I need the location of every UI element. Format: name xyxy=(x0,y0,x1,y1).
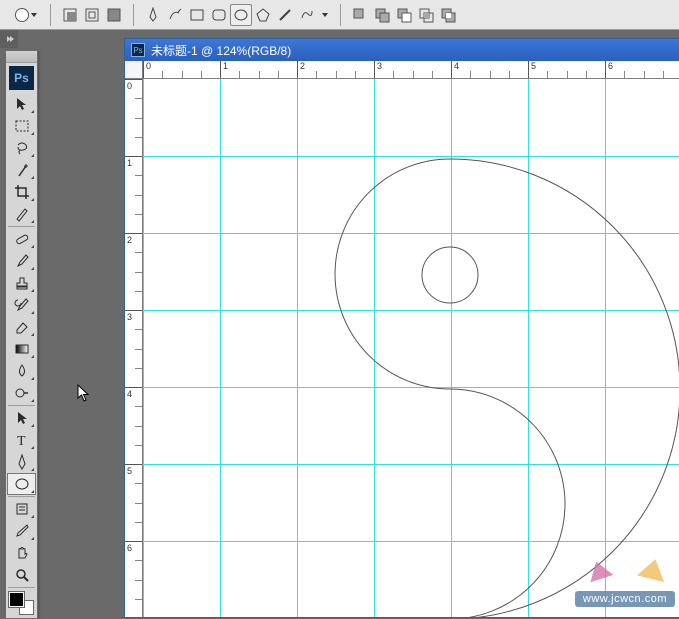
path-op-exclude-button[interactable] xyxy=(437,4,459,26)
canvas[interactable]: www.jcwcn.com xyxy=(143,79,679,617)
rectangle-icon xyxy=(189,7,205,23)
path-layer-icon xyxy=(84,7,100,23)
foreground-color-chip[interactable] xyxy=(9,592,24,607)
stamp-icon xyxy=(14,275,30,291)
intersect-path-icon xyxy=(418,7,434,23)
rectangle-shape-button[interactable] xyxy=(186,4,208,26)
rounded-rectangle-shape-button[interactable] xyxy=(208,4,230,26)
zoom-icon xyxy=(14,567,30,583)
eyedropper-tool[interactable] xyxy=(7,520,36,542)
ellipse-shape-button[interactable] xyxy=(230,4,252,26)
gradient-tool[interactable] xyxy=(7,338,36,360)
ellipse-icon xyxy=(15,8,29,22)
polygon-icon xyxy=(255,7,271,23)
crop-tool[interactable] xyxy=(7,181,36,203)
paths-mode-button[interactable] xyxy=(81,4,103,26)
fill-pixels-mode-button[interactable] xyxy=(103,4,125,26)
canvas-artwork xyxy=(143,79,679,617)
lasso-tool[interactable] xyxy=(7,137,36,159)
toolbox-grip[interactable] xyxy=(6,51,37,63)
photoshop-doc-icon: Ps xyxy=(131,43,145,57)
dodge-tool[interactable] xyxy=(7,382,36,404)
wand-icon xyxy=(14,162,30,178)
shape-layer-icon xyxy=(62,7,78,23)
path-op-subtract-button[interactable] xyxy=(393,4,415,26)
move-icon xyxy=(14,96,30,112)
shape-layers-mode-button[interactable] xyxy=(59,4,81,26)
magic-wand-tool[interactable] xyxy=(7,159,36,181)
line-icon xyxy=(277,7,293,23)
pen-icon xyxy=(14,454,30,470)
freeform-pen-icon xyxy=(167,7,183,23)
drop-icon xyxy=(14,363,30,379)
custom-shape-button[interactable] xyxy=(296,4,318,26)
chevron-down-icon xyxy=(31,13,37,17)
vertical-ruler[interactable]: 01234567 xyxy=(125,79,143,617)
fill-pixels-icon xyxy=(106,7,122,23)
path-selection-tool[interactable] xyxy=(7,407,36,429)
slice-tool[interactable] xyxy=(7,203,36,225)
ruler-origin-box[interactable] xyxy=(125,61,143,79)
ellipse-shape-tool[interactable] xyxy=(7,473,36,495)
zoom-tool[interactable] xyxy=(7,564,36,586)
freeform-pen-shape-button[interactable] xyxy=(164,4,186,26)
ellipse-icon xyxy=(14,476,30,492)
brush-icon xyxy=(14,253,30,269)
polygon-shape-button[interactable] xyxy=(252,4,274,26)
chevron-down-icon[interactable] xyxy=(322,13,328,17)
ellipse-icon xyxy=(233,7,249,23)
add-path-icon xyxy=(374,7,390,23)
crop-icon xyxy=(14,184,30,200)
history-brush-tool[interactable] xyxy=(7,294,36,316)
notes-tool[interactable] xyxy=(7,498,36,520)
lasso-icon xyxy=(14,140,30,156)
pen-icon xyxy=(145,7,161,23)
pen-tool[interactable] xyxy=(7,451,36,473)
clone-stamp-tool[interactable] xyxy=(7,272,36,294)
bandage-icon xyxy=(14,231,30,247)
document-title: 未标题-1 @ 124%(RGB/8) xyxy=(151,42,291,59)
line-shape-button[interactable] xyxy=(274,4,296,26)
path-op-intersect-button[interactable] xyxy=(415,4,437,26)
type-tool[interactable]: T xyxy=(7,429,36,451)
pen-shape-button[interactable] xyxy=(142,4,164,26)
eraser-icon xyxy=(14,319,30,335)
healing-brush-tool[interactable] xyxy=(7,228,36,250)
hand-icon xyxy=(14,545,30,561)
exclude-path-icon xyxy=(440,7,456,23)
horizontal-ruler[interactable]: 01234567 xyxy=(143,61,679,79)
history-brush-icon xyxy=(14,297,30,313)
app-badge: Ps xyxy=(9,66,34,90)
marquee-icon xyxy=(14,118,30,134)
color-chips[interactable] xyxy=(8,590,35,616)
arrow-icon xyxy=(14,410,30,426)
options-bar xyxy=(0,0,679,30)
dodge-icon xyxy=(14,385,30,401)
path-op-add-button[interactable] xyxy=(371,4,393,26)
notes-icon xyxy=(14,501,30,517)
cursor-icon xyxy=(77,384,91,402)
new-shape-layer-icon xyxy=(352,7,368,23)
eyedropper-icon xyxy=(14,523,30,539)
document-window: Ps 未标题-1 @ 124%(RGB/8) 01234567 01234567… xyxy=(124,38,679,618)
rounded-rectangle-icon xyxy=(211,7,227,23)
blur-tool[interactable] xyxy=(7,360,36,382)
gradient-icon xyxy=(14,341,30,357)
subtract-path-icon xyxy=(396,7,412,23)
eraser-tool[interactable] xyxy=(7,316,36,338)
toolbox-panel: Ps T xyxy=(5,50,38,619)
brush-tool[interactable] xyxy=(7,250,36,272)
document-titlebar[interactable]: Ps 未标题-1 @ 124%(RGB/8) xyxy=(125,39,679,61)
slice-icon xyxy=(14,206,30,222)
shape-preset-dropdown[interactable] xyxy=(10,5,42,25)
hand-tool[interactable] xyxy=(7,542,36,564)
panel-collapse-button[interactable] xyxy=(0,30,18,48)
type-icon: T xyxy=(14,432,30,448)
move-tool[interactable] xyxy=(7,93,36,115)
path-op-newlayer-button[interactable] xyxy=(349,4,371,26)
svg-text:T: T xyxy=(17,434,26,448)
custom-shape-icon xyxy=(299,7,315,23)
marquee-tool[interactable] xyxy=(7,115,36,137)
